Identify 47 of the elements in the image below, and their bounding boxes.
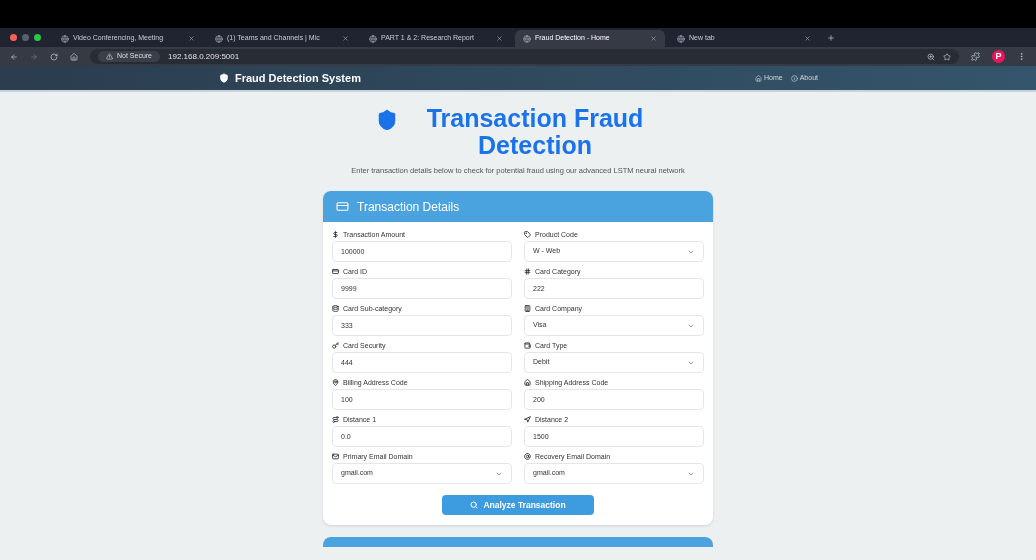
building-icon: [524, 305, 531, 312]
close-icon[interactable]: [342, 35, 349, 42]
reload-icon[interactable]: [50, 52, 58, 61]
globe-icon: [677, 34, 685, 43]
globe-icon: [523, 34, 531, 43]
zoom-icon[interactable]: [927, 52, 935, 61]
new-tab-icon[interactable]: [827, 34, 835, 42]
shield-icon: [219, 73, 229, 83]
house-icon: [755, 74, 762, 82]
hash-icon: [524, 268, 531, 275]
wallet-icon: [524, 342, 531, 349]
warning-icon: [106, 53, 113, 60]
globe-icon: [369, 34, 377, 43]
card-icon: [336, 200, 349, 213]
bookmark-star-icon[interactable]: [943, 52, 951, 61]
brand-title[interactable]: Fraud Detection System: [235, 69, 361, 87]
info-icon: [790, 74, 798, 82]
dollar-icon: [332, 231, 339, 238]
home-icon[interactable]: [70, 52, 78, 61]
at-sign-icon: [524, 453, 531, 460]
card-icon: [332, 268, 339, 275]
navigation-icon: [524, 416, 531, 423]
minimize-window-icon[interactable]: [22, 34, 29, 41]
close-window-icon[interactable]: [10, 34, 17, 41]
house-icon: [524, 379, 531, 386]
pin-icon: [332, 379, 339, 386]
database-icon: [332, 305, 339, 312]
maximize-window-icon[interactable]: [34, 34, 41, 41]
profile-avatar[interactable]: P: [992, 50, 1005, 63]
url-text: 192.168.0.209:5001: [168, 50, 240, 63]
card-title: Transaction Details: [357, 198, 460, 216]
globe-icon: [215, 34, 223, 43]
close-icon[interactable]: [650, 35, 657, 42]
page-title: Transaction Fraud Detection: [425, 105, 645, 159]
key-icon: [332, 342, 339, 349]
close-icon[interactable]: [496, 35, 503, 42]
tag-icon: [524, 231, 531, 238]
close-icon[interactable]: [188, 35, 195, 42]
shield-icon: [376, 109, 398, 131]
close-icon[interactable]: [804, 35, 811, 42]
search-icon: [470, 501, 479, 509]
globe-icon: [61, 34, 69, 43]
extensions-icon[interactable]: [971, 52, 980, 61]
route-icon: [332, 416, 339, 423]
menu-icon[interactable]: [1017, 52, 1026, 61]
back-icon[interactable]: [10, 52, 18, 61]
mail-icon: [332, 453, 339, 460]
